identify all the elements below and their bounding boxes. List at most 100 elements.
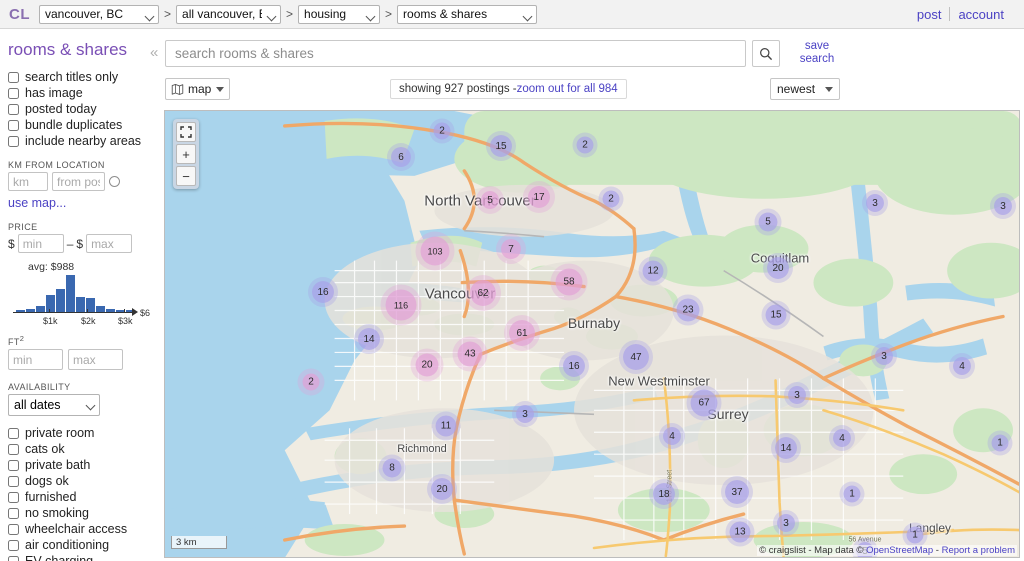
map-cluster-marker[interactable]: 14 [775, 437, 797, 459]
map-cluster-marker[interactable]: 43 [457, 341, 483, 367]
search-input[interactable] [165, 40, 746, 67]
filter-include-nearby-areas[interactable]: include nearby areas [8, 134, 144, 148]
map-cluster-marker[interactable]: 7 [501, 239, 521, 259]
map-cluster-marker[interactable]: 62 [470, 280, 496, 306]
map-cluster-marker[interactable]: 18 [653, 483, 675, 505]
map-cluster-marker[interactable]: 15 [490, 135, 512, 157]
map-cluster-marker[interactable]: 103 [420, 236, 450, 266]
checkbox-input[interactable] [8, 135, 19, 147]
checkbox-input[interactable] [8, 443, 19, 455]
account-link[interactable]: account [950, 7, 1012, 22]
fullscreen-button[interactable] [176, 122, 196, 142]
map-cluster-marker[interactable]: 67 [690, 389, 718, 417]
amenity-ev-charging[interactable]: EV charging [8, 554, 144, 561]
post-link[interactable]: post [909, 7, 950, 22]
checkbox-input[interactable] [8, 507, 19, 519]
breadcrumb-category-select[interactable]: housing [298, 4, 381, 24]
map-cluster-marker[interactable]: 16 [312, 281, 334, 303]
checkbox-input[interactable] [8, 491, 19, 503]
amenity-no-smoking[interactable]: no smoking [8, 506, 144, 520]
map-cluster-marker[interactable]: 4 [953, 357, 971, 375]
map-cluster-marker[interactable]: 13 [729, 521, 751, 543]
map-cluster-marker[interactable]: 17 [528, 186, 550, 208]
map-cluster-marker[interactable]: 8 [382, 458, 402, 478]
checkbox-input[interactable] [8, 459, 19, 471]
map-cluster-marker[interactable]: 116 [385, 289, 417, 321]
amenity-private-room[interactable]: private room [8, 426, 144, 440]
ft2-min-input[interactable] [8, 349, 63, 370]
map-cluster-marker[interactable]: 2 [602, 190, 620, 208]
checkbox-input[interactable] [8, 427, 19, 439]
map-cluster-marker[interactable]: 15 [765, 304, 787, 326]
breadcrumb-city-select[interactable]: vancouver, BC [39, 4, 159, 24]
sort-order-select[interactable]: newest [770, 78, 840, 100]
map-cluster-marker[interactable]: 14 [358, 328, 380, 350]
breadcrumb-subcategory-select[interactable]: rooms & shares [397, 4, 538, 24]
map-cluster-marker[interactable]: 2 [576, 136, 594, 154]
geolocate-icon[interactable] [109, 176, 120, 187]
map-cluster-marker[interactable]: 3 [875, 347, 893, 365]
zoom-out-all-link[interactable]: zoom out for all 984 [517, 83, 618, 95]
checkbox-input[interactable] [8, 103, 19, 115]
price-max-input[interactable] [86, 234, 133, 253]
use-map-link[interactable]: use map... [8, 196, 144, 210]
checkbox-input[interactable] [8, 539, 19, 551]
filter-posted-today[interactable]: posted today [8, 102, 144, 116]
sidebar-collapse-icon[interactable]: « [150, 44, 158, 61]
filter-bundle-duplicates[interactable]: bundle duplicates [8, 118, 144, 132]
map-cluster-marker[interactable]: 23 [676, 298, 700, 322]
search-button[interactable] [752, 40, 780, 67]
map-cluster-marker[interactable]: 4 [833, 429, 851, 447]
map-cluster-marker[interactable]: 1 [843, 485, 861, 503]
map-cluster-marker[interactable]: 16 [563, 355, 585, 377]
map-cluster-marker[interactable]: 37 [725, 480, 749, 504]
amenity-furnished[interactable]: furnished [8, 490, 144, 504]
amenity-dogs-ok[interactable]: dogs ok [8, 474, 144, 488]
map-cluster-marker[interactable]: 20 [767, 257, 789, 279]
amenity-cats-ok[interactable]: cats ok [8, 442, 144, 456]
distance-km-input[interactable] [8, 172, 48, 191]
map-cluster-marker[interactable]: 20 [415, 353, 439, 377]
filter-has-image[interactable]: has image [8, 86, 144, 100]
craigslist-logo[interactable]: CL [8, 5, 31, 24]
checkbox-input[interactable] [8, 87, 19, 99]
checkbox-input[interactable] [8, 555, 19, 561]
report-problem-link[interactable]: Report a problem [942, 545, 1015, 556]
map-cluster-marker[interactable]: 1 [991, 434, 1009, 452]
distance-postal-input[interactable] [52, 172, 105, 191]
map-cluster-marker[interactable]: 3 [866, 194, 884, 212]
checkbox-input[interactable] [8, 119, 19, 131]
checkbox-input[interactable] [8, 475, 19, 487]
breadcrumb-area-select[interactable]: all vancouver, BC [176, 4, 282, 24]
map-cluster-marker[interactable]: 20 [431, 478, 453, 500]
ft2-max-input[interactable] [68, 349, 123, 370]
map-cluster-marker[interactable]: 61 [509, 320, 535, 346]
map-cluster-marker[interactable]: 12 [642, 260, 664, 282]
amenity-private-bath[interactable]: private bath [8, 458, 144, 472]
map-cluster-marker[interactable]: 2 [302, 373, 320, 391]
view-mode-toggle[interactable]: map [165, 78, 230, 100]
checkbox-input[interactable] [8, 71, 19, 83]
map-cluster-marker[interactable]: 6 [391, 147, 411, 167]
map-cluster-marker[interactable]: 2 [433, 122, 451, 140]
amenity-air-conditioning[interactable]: air conditioning [8, 538, 144, 552]
map-cluster-marker[interactable]: 1 [906, 526, 924, 544]
availability-select[interactable]: all dates [8, 394, 100, 416]
map-cluster-marker[interactable]: 4 [663, 427, 681, 445]
save-search-link[interactable]: save search [792, 40, 842, 66]
map-cluster-marker[interactable]: 5 [481, 191, 499, 209]
checkbox-input[interactable] [8, 523, 19, 535]
results-map[interactable]: + − North VancouverVancouverBurnabyCoqui… [164, 110, 1020, 558]
map-cluster-marker[interactable]: 3 [516, 405, 534, 423]
zoom-in-button[interactable]: + [176, 144, 196, 164]
zoom-out-button[interactable]: − [176, 166, 196, 186]
map-cluster-marker[interactable]: 3 [777, 514, 795, 532]
price-min-input[interactable] [17, 234, 64, 253]
amenity-wheelchair-access[interactable]: wheelchair access [8, 522, 144, 536]
openstreetmap-link[interactable]: OpenStreetMap [866, 545, 933, 556]
map-cluster-marker[interactable]: 58 [555, 268, 583, 296]
map-cluster-marker[interactable]: 5 [758, 212, 778, 232]
filter-search-titles-only[interactable]: search titles only [8, 70, 144, 84]
map-cluster-marker[interactable]: 11 [435, 415, 457, 437]
map-cluster-marker[interactable]: 47 [623, 344, 649, 370]
